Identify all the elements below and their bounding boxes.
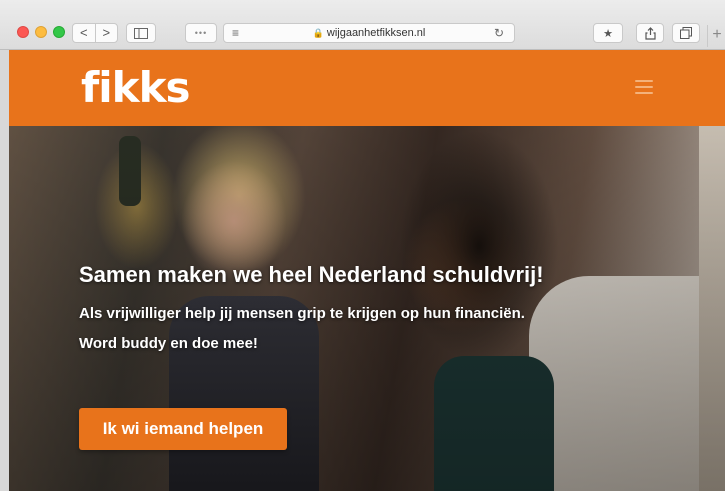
bookmark-button[interactable]: ★ <box>593 23 623 43</box>
hero-subline: Als vrijwilliger help jij mensen grip te… <box>79 305 525 322</box>
back-button[interactable]: < <box>73 24 95 42</box>
help-someone-button[interactable]: Ik wi iemand helpen <box>79 408 287 450</box>
top-sites-button[interactable]: ••• <box>185 23 217 43</box>
address-bar[interactable]: ≡ 🔒 wijgaanhetfikksen.nl ↻ <box>223 23 515 43</box>
hero-banner: Samen maken we heel Nederland schuldvrij… <box>9 126 725 491</box>
sidebar-toggle-button[interactable] <box>126 23 156 43</box>
navigation-buttons: < > <box>72 23 118 43</box>
fikks-logo[interactable]: fikks <box>81 62 191 114</box>
sidebar-icon <box>134 27 148 39</box>
browser-toolbar: < > ••• ≡ 🔒 wijgaanhetfikksen.nl ↻ ★ + <box>0 0 725 50</box>
site-header: fikks <box>9 50 725 126</box>
hamburger-icon[interactable] <box>635 80 653 94</box>
share-button[interactable] <box>636 23 664 43</box>
new-tab-button[interactable]: + <box>707 25 725 47</box>
star-icon: ★ <box>603 27 613 40</box>
tabs-icon <box>680 27 692 39</box>
forward-button[interactable]: > <box>96 24 118 42</box>
minimize-window-button[interactable] <box>35 26 47 38</box>
share-icon <box>644 26 656 40</box>
lock-icon: 🔒 <box>312 28 324 38</box>
hero-call-to-join: Word buddy en doe mee! <box>79 335 258 352</box>
web-page: fikks Samen maken we heel Nederland schu… <box>9 50 725 491</box>
url-text: wijgaanhetfikksen.nl <box>326 27 426 39</box>
dots-icon: ••• <box>194 28 208 38</box>
show-tabs-button[interactable] <box>672 23 700 43</box>
close-window-button[interactable] <box>17 26 29 38</box>
fullscreen-window-button[interactable] <box>53 26 65 38</box>
hero-headline: Samen maken we heel Nederland schuldvrij… <box>79 262 544 287</box>
reload-icon[interactable]: ↻ <box>494 26 504 40</box>
